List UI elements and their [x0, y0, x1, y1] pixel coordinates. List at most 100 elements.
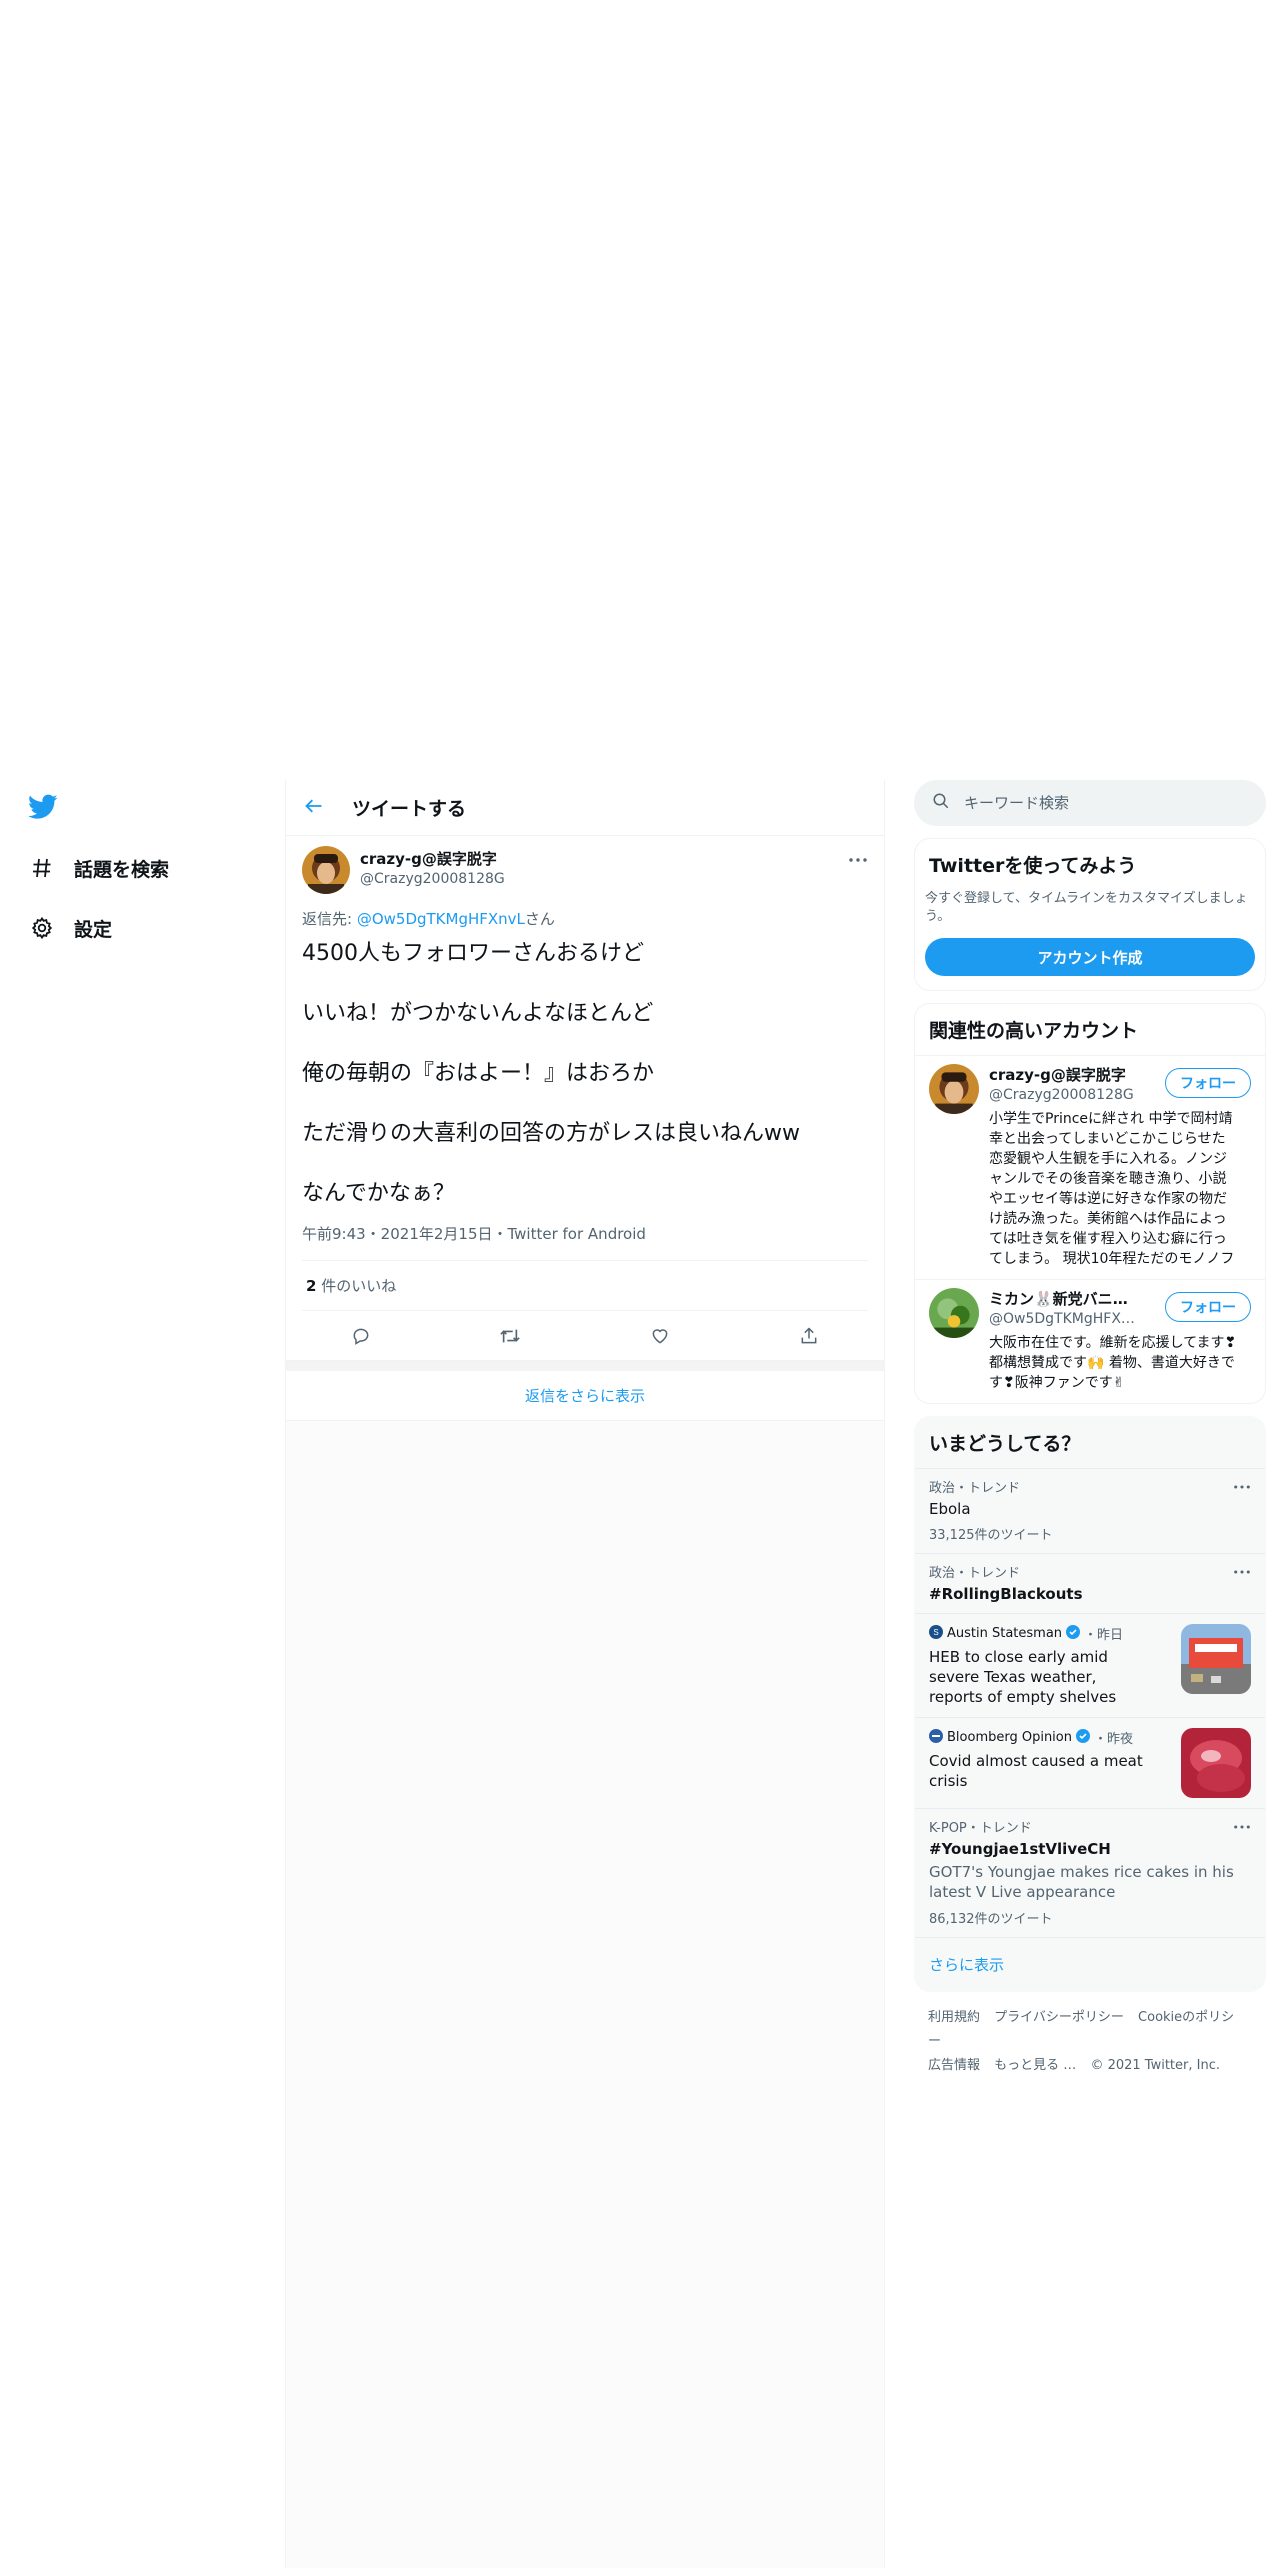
news-item[interactable]: Bloomberg Opinion ・昨夜 Covid almost cause… — [915, 1717, 1265, 1808]
news-time: ・昨夜 — [1094, 1732, 1134, 1747]
nav-item-label: 話題を検索 — [74, 858, 170, 881]
right-sidebar: Twitterを使ってみよう 今すぐ登録して、タイムラインをカスタマイズしましょ… — [914, 780, 1266, 2092]
author-name[interactable]: crazy-g@誤字脱字 — [360, 848, 505, 869]
account-item[interactable]: crazy-g@誤字脱字 @Crazyg20008128G 小学生でPrince… — [915, 1055, 1265, 1279]
page-title: ツイートする — [352, 798, 467, 820]
account-bio: 小学生でPrinceに絆され 中学で岡村靖幸と出会ってしまいどこかこじらせた恋愛… — [989, 1111, 1235, 1267]
follow-button[interactable]: フォロー — [1165, 1292, 1251, 1322]
trends-card: いまどうしてる？ 政治・トレンド Ebola 33,125件のツイート 政治・ト… — [914, 1416, 1266, 1992]
trend-category: 政治・トレンド — [929, 1481, 1021, 1496]
search-input[interactable] — [964, 794, 1234, 812]
tweet-text: 4500人もフォロワーさんおるけど いいね！がつかないんよなほとんど 俺の毎朝の… — [302, 939, 868, 1209]
tweet-actions — [286, 1311, 884, 1361]
reply-to-prefix: 返信先: — [302, 910, 357, 928]
news-title: Covid almost caused a meat crisis — [929, 1752, 1143, 1790]
news-source-name: Austin Statesman — [947, 1626, 1063, 1641]
footer-link-more[interactable]: もっと見る … — [994, 2058, 1076, 2073]
svg-text:S: S — [933, 1628, 938, 1637]
related-title: 関連性の高いアカウント — [929, 1020, 1139, 1042]
tweet-timestamp[interactable]: 午前9:43・2021年2月15日・Twitter for Android — [302, 1223, 868, 1261]
tweet: crazy-g@誤字脱字 @Crazyg20008128G 返信先: @Ow5D… — [286, 836, 884, 1311]
avatar[interactable] — [929, 1064, 979, 1114]
tweet-line: 4500人もフォロワーさんおるけど — [302, 941, 644, 966]
news-title: HEB to close early amid severe Texas wea… — [929, 1648, 1117, 1706]
account-handle[interactable]: @Ow5DgTKMgHFX… — [989, 1311, 1139, 1327]
trend-category: K-POP・トレンド — [929, 1821, 1032, 1836]
footer-link-ads[interactable]: 広告情報 — [928, 2058, 980, 2073]
verified-icon — [1076, 1728, 1090, 1747]
reply-to: 返信先: @Ow5DgTKMgHFXnvLさん — [302, 908, 868, 929]
more-options-icon[interactable] — [1233, 1815, 1251, 1834]
tweet-line: ただ滑りの大喜利の回答の方がレスは良いねんww — [302, 1121, 800, 1146]
signup-text: 今すぐ登録して、タイムラインをカスタマイズしましょう。 — [925, 891, 1248, 924]
account-item[interactable]: ミカン🐰新党バニー… @Ow5DgTKMgHFX… 大阪市在住です。維新を応援し… — [915, 1279, 1265, 1403]
account-name[interactable]: crazy-g@誤字脱字 — [989, 1064, 1139, 1085]
account-name[interactable]: ミカン🐰新党バニー… — [989, 1288, 1139, 1309]
trend-item[interactable]: K-POP・トレンド #Youngjae1stVliveCH GOT7's Yo… — [915, 1808, 1265, 1937]
bloomberg-logo-icon — [929, 1728, 943, 1747]
likes-count[interactable]: 2 件のいいね — [302, 1261, 868, 1311]
signup-title: Twitterを使ってみよう — [929, 855, 1137, 877]
share-icon[interactable] — [789, 1316, 829, 1356]
retweet-icon[interactable] — [490, 1316, 530, 1356]
create-account-button[interactable]: アカウント作成 — [925, 938, 1255, 976]
trend-description: GOT7's Youngjae makes rice cakes in his … — [929, 1863, 1234, 1901]
tweet-author: crazy-g@誤字脱字 @Crazyg20008128G — [360, 848, 505, 887]
footer-link-terms[interactable]: 利用規約 — [928, 2010, 980, 2025]
trend-category: 政治・トレンド — [929, 1566, 1021, 1581]
search-bar[interactable] — [914, 780, 1266, 826]
trends-title: いまどうしてる？ — [929, 1433, 1081, 1455]
author-handle[interactable]: @Crazyg20008128G — [360, 871, 505, 887]
tweet-line: いいね！がつかないんよなほとんど — [302, 1001, 654, 1026]
hashtag-icon — [28, 854, 56, 882]
nav-item-explore[interactable]: 話題を検索 — [28, 846, 169, 890]
column-header: ツイートする — [286, 780, 884, 836]
signup-card: Twitterを使ってみよう 今すぐ登録して、タイムラインをカスタマイズしましょ… — [914, 838, 1266, 991]
reply-to-suffix: さん — [524, 910, 555, 928]
nav-item-settings[interactable]: 設定 — [28, 906, 112, 950]
more-options-icon[interactable] — [1233, 1560, 1251, 1579]
trend-name: #Youngjae1stVliveCH — [929, 1840, 1111, 1858]
tweet-line: なんでかなぁ？ — [302, 1181, 455, 1206]
avatar[interactable] — [302, 846, 350, 894]
trend-item[interactable]: 政治・トレンド #RollingBlackouts — [915, 1553, 1265, 1613]
news-thumbnail — [1181, 1728, 1251, 1798]
follow-button[interactable]: フォロー — [1165, 1068, 1251, 1098]
tweet-line: 俺の毎朝の『おはよー！』はおろか — [302, 1061, 655, 1086]
divider — [286, 1361, 884, 1371]
show-more-replies-button[interactable]: 返信をさらに表示 — [286, 1371, 884, 1421]
trend-count: 33,125件のツイート — [929, 1528, 1053, 1543]
news-source-name: Bloomberg Opinion — [947, 1730, 1072, 1745]
avatar[interactable] — [929, 1288, 979, 1338]
gear-icon — [28, 914, 56, 942]
back-button[interactable] — [286, 780, 342, 836]
main-column: ツイートする crazy-g@誤字脱字 @Crazyg20008128G 返信先… — [285, 780, 885, 2568]
reply-icon[interactable] — [341, 1316, 381, 1356]
reply-to-link[interactable]: @Ow5DgTKMgHFXnvL — [357, 910, 525, 928]
nav-item-label: 設定 — [74, 918, 113, 941]
likes-label: 件のいいね — [316, 1277, 397, 1295]
news-content: S Austin Statesman ・昨日 HEB to close earl… — [929, 1624, 1171, 1707]
tweet-detail: ツイートする crazy-g@誤字脱字 @Crazyg20008128G 返信先… — [286, 780, 884, 1421]
news-source: Bloomberg Opinion ・昨夜 — [929, 1728, 1171, 1747]
news-thumbnail — [1181, 1624, 1251, 1694]
verified-icon — [1066, 1624, 1081, 1643]
twitter-bird-icon[interactable] — [28, 794, 62, 824]
account-handle[interactable]: @Crazyg20008128G — [989, 1087, 1139, 1103]
related-accounts: 関連性の高いアカウント crazy-g@誤字脱字 @Crazyg20008128… — [914, 1003, 1266, 1404]
more-options-icon[interactable] — [1233, 1475, 1251, 1494]
austin-statesman-logo-icon: S — [929, 1624, 943, 1643]
footer-link-privacy[interactable]: プライバシーポリシー — [994, 2010, 1124, 2025]
page: 話題を検索 設定 ツイートする crazy-g@誤字脱字 @Crazyg2000… — [0, 0, 1284, 2568]
arrow-left-icon — [304, 796, 324, 820]
trend-name: #RollingBlackouts — [929, 1585, 1083, 1603]
show-more-link[interactable]: さらに表示 — [915, 1937, 1265, 1991]
footer: 利用規約 プライバシーポリシー Cookieのポリシー 広告情報 もっと見る …… — [914, 1992, 1266, 2092]
copyright: © 2021 Twitter, Inc. — [1090, 2058, 1220, 2073]
more-options-icon[interactable] — [848, 848, 868, 867]
news-item[interactable]: S Austin Statesman ・昨日 HEB to close earl… — [915, 1613, 1265, 1717]
trend-item[interactable]: 政治・トレンド Ebola 33,125件のツイート — [915, 1468, 1265, 1553]
likes-number: 2 — [306, 1277, 317, 1295]
account-bio: 大阪市在住です。維新を応援してます❣都構想賛成です🙌 着物、書道大好きです❣阪神… — [989, 1335, 1237, 1391]
like-icon[interactable] — [640, 1316, 680, 1356]
